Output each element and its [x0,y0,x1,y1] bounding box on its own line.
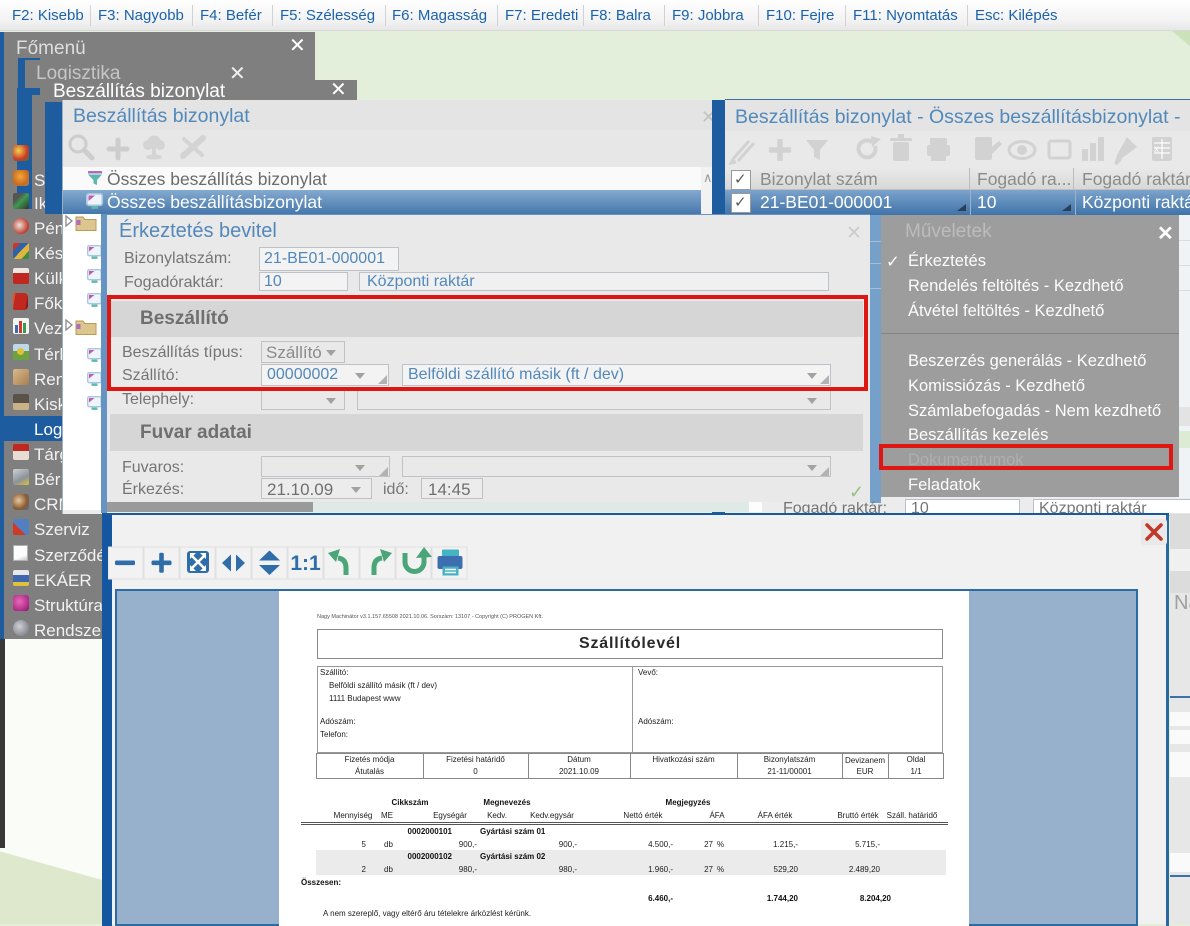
svg-text:x: x [1154,144,1159,155]
svg-text:1:1: 1:1 [290,552,321,575]
